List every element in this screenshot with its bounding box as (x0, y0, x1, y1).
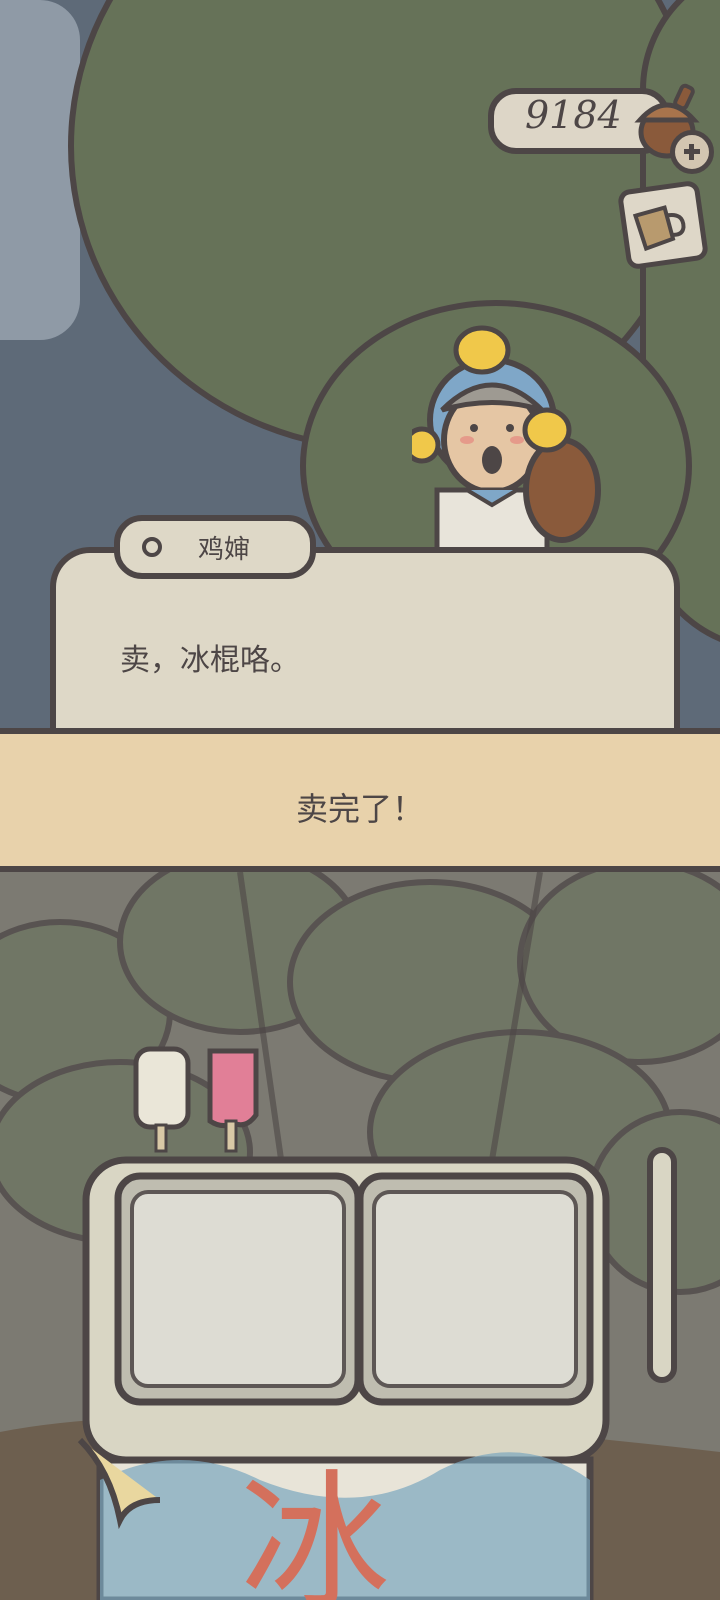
add-acorns-button[interactable] (670, 130, 714, 174)
acorn-count: 9184 (525, 93, 622, 137)
speaker-name: 鸡婶 (198, 535, 251, 565)
ice-cream-cart[interactable]: 冰 (60, 1140, 700, 1600)
bullet-icon (142, 537, 162, 557)
banner-text: 卖完了！ (295, 790, 424, 828)
cup-icon (632, 205, 686, 252)
hen-auntie-character[interactable] (412, 320, 612, 550)
popsicle-signs (133, 1046, 259, 1153)
sold-out-banner[interactable]: 卖完了！ (0, 728, 720, 872)
dialog-text: 卖，冰棍咯。 (120, 643, 300, 678)
cup-button[interactable] (616, 179, 710, 271)
game-scene[interactable]: 9184 鸡婶 卖，冰棍咯。 卖完了！ 冰 (0, 0, 720, 1600)
speaker-name-tag: 鸡婶 (114, 515, 316, 579)
cart-sign-char: 冰 (240, 1457, 390, 1600)
